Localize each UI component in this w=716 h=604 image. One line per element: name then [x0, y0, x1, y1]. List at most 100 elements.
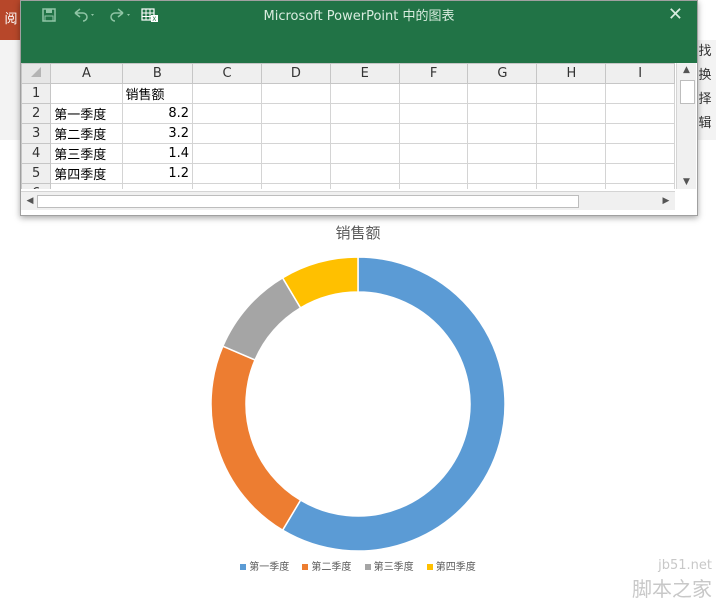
cell[interactable]	[260, 163, 331, 184]
cell[interactable]	[260, 103, 331, 124]
cell[interactable]	[192, 103, 262, 124]
row-header[interactable]: 3	[21, 123, 52, 144]
chart-data-window: X Microsoft PowerPoint 中的图表 ✕ A B C D E …	[20, 0, 698, 216]
cell[interactable]	[192, 163, 262, 184]
table-row: 5 第四季度 1.2	[21, 163, 675, 184]
cell-b5[interactable]: 1.2	[121, 163, 194, 184]
cell[interactable]	[536, 103, 607, 124]
horizontal-scrollbar[interactable]: ◀ ▶	[21, 191, 675, 210]
cell-b4[interactable]: 1.4	[121, 143, 194, 164]
legend-item-q1: 第一季度	[240, 558, 289, 573]
scroll-down-arrow-icon[interactable]: ▼	[677, 175, 696, 189]
cell[interactable]	[605, 103, 675, 124]
scroll-up-arrow-icon[interactable]: ▲	[677, 63, 696, 77]
cell[interactable]	[329, 143, 400, 164]
table-row: 2 第一季度 8.2	[21, 103, 675, 124]
cell[interactable]	[192, 83, 262, 104]
select-all-corner[interactable]	[21, 63, 52, 84]
row-header[interactable]: 1	[21, 83, 52, 104]
chart-legend[interactable]: 第一季度 第二季度 第三季度 第四季度	[0, 558, 716, 573]
cell-a3[interactable]: 第二季度	[50, 123, 123, 144]
cell[interactable]	[398, 123, 469, 144]
legend-swatch-q2	[302, 564, 309, 570]
cell[interactable]	[467, 83, 538, 104]
column-header-i[interactable]: I	[605, 63, 675, 84]
window-titlebar[interactable]: X Microsoft PowerPoint 中的图表 ✕	[21, 1, 697, 63]
legend-item-q4: 第四季度	[426, 558, 476, 573]
cell-a2[interactable]: 第一季度	[50, 103, 123, 124]
cell[interactable]	[192, 143, 262, 164]
spreadsheet-grid[interactable]: A B C D E F G H I 1 销售额 2 第一季度 8.2 3 第二季…	[21, 63, 675, 189]
legend-swatch-q1	[240, 564, 247, 570]
cell[interactable]	[398, 183, 469, 189]
horizontal-scroll-thumb[interactable]	[37, 195, 579, 208]
cell[interactable]	[398, 163, 469, 184]
cell-b2[interactable]: 8.2	[121, 103, 194, 124]
legend-item-q2: 第二季度	[302, 558, 351, 573]
cell-b3[interactable]: 3.2	[121, 123, 194, 144]
cell-b1[interactable]: 销售额	[121, 83, 194, 104]
cell-b6[interactable]	[121, 183, 194, 189]
cell[interactable]	[536, 143, 607, 164]
cell[interactable]	[536, 183, 607, 189]
vertical-scrollbar[interactable]: ▲ ▼	[676, 63, 696, 189]
row-header[interactable]: 4	[21, 143, 52, 164]
cell[interactable]	[398, 103, 469, 124]
row-header[interactable]: 2	[21, 103, 52, 124]
column-header-f[interactable]: F	[398, 63, 469, 84]
cell[interactable]	[398, 143, 469, 164]
cell[interactable]	[192, 123, 262, 144]
row-header[interactable]: 5	[21, 163, 52, 184]
table-row: 1 销售额	[21, 83, 675, 104]
cell[interactable]	[605, 83, 675, 104]
spreadsheet-table: A B C D E F G H I 1 销售额 2 第一季度 8.2 3 第二季…	[21, 63, 675, 189]
scroll-right-arrow-icon[interactable]: ▶	[659, 192, 673, 210]
cell-a6[interactable]	[50, 183, 123, 189]
cell[interactable]	[398, 83, 469, 104]
cell[interactable]	[260, 143, 331, 164]
cell[interactable]	[467, 103, 538, 124]
cell[interactable]	[329, 103, 400, 124]
cell[interactable]	[536, 123, 607, 144]
cell[interactable]	[329, 123, 400, 144]
cell[interactable]	[467, 143, 538, 164]
cell-a4[interactable]: 第三季度	[50, 143, 123, 164]
cell[interactable]	[536, 83, 607, 104]
cell[interactable]	[605, 163, 675, 184]
cell[interactable]	[536, 163, 607, 184]
vertical-scroll-thumb[interactable]	[680, 80, 695, 104]
cell[interactable]	[605, 143, 675, 164]
legend-label-q2: 第二季度	[311, 562, 352, 573]
cell[interactable]	[329, 83, 400, 104]
cell[interactable]	[467, 123, 538, 144]
column-header-g[interactable]: G	[467, 63, 538, 84]
cell[interactable]	[260, 183, 331, 189]
column-header-d[interactable]: D	[260, 63, 331, 84]
cell[interactable]	[467, 183, 538, 189]
legend-label-q3: 第三季度	[373, 562, 414, 573]
doughnut-slice-q1[interactable]	[281, 256, 506, 552]
legend-swatch-q3	[364, 564, 371, 570]
legend-label-q4: 第四季度	[435, 562, 476, 573]
cell[interactable]	[260, 83, 331, 104]
doughnut-slice-q3[interactable]	[221, 276, 302, 361]
cell[interactable]	[467, 163, 538, 184]
column-header-c[interactable]: C	[192, 63, 262, 84]
close-button[interactable]: ✕	[668, 4, 683, 25]
watermark-url: jb51.net	[658, 558, 712, 573]
cell[interactable]	[605, 123, 675, 144]
cell[interactable]	[329, 163, 400, 184]
scroll-left-arrow-icon[interactable]: ◀	[23, 192, 37, 210]
column-header-e[interactable]: E	[329, 63, 400, 84]
column-header-a[interactable]: A	[50, 63, 123, 84]
column-header-h[interactable]: H	[536, 63, 607, 84]
cell-a1[interactable]	[50, 83, 123, 104]
column-header-b[interactable]: B	[121, 63, 194, 84]
cell[interactable]	[192, 183, 262, 189]
cell-a5[interactable]: 第四季度	[50, 163, 123, 184]
row-header[interactable]: 6	[21, 183, 52, 189]
doughnut-slice-q2[interactable]	[210, 345, 302, 532]
cell[interactable]	[260, 123, 331, 144]
cell[interactable]	[329, 183, 400, 189]
cell[interactable]	[605, 183, 675, 189]
